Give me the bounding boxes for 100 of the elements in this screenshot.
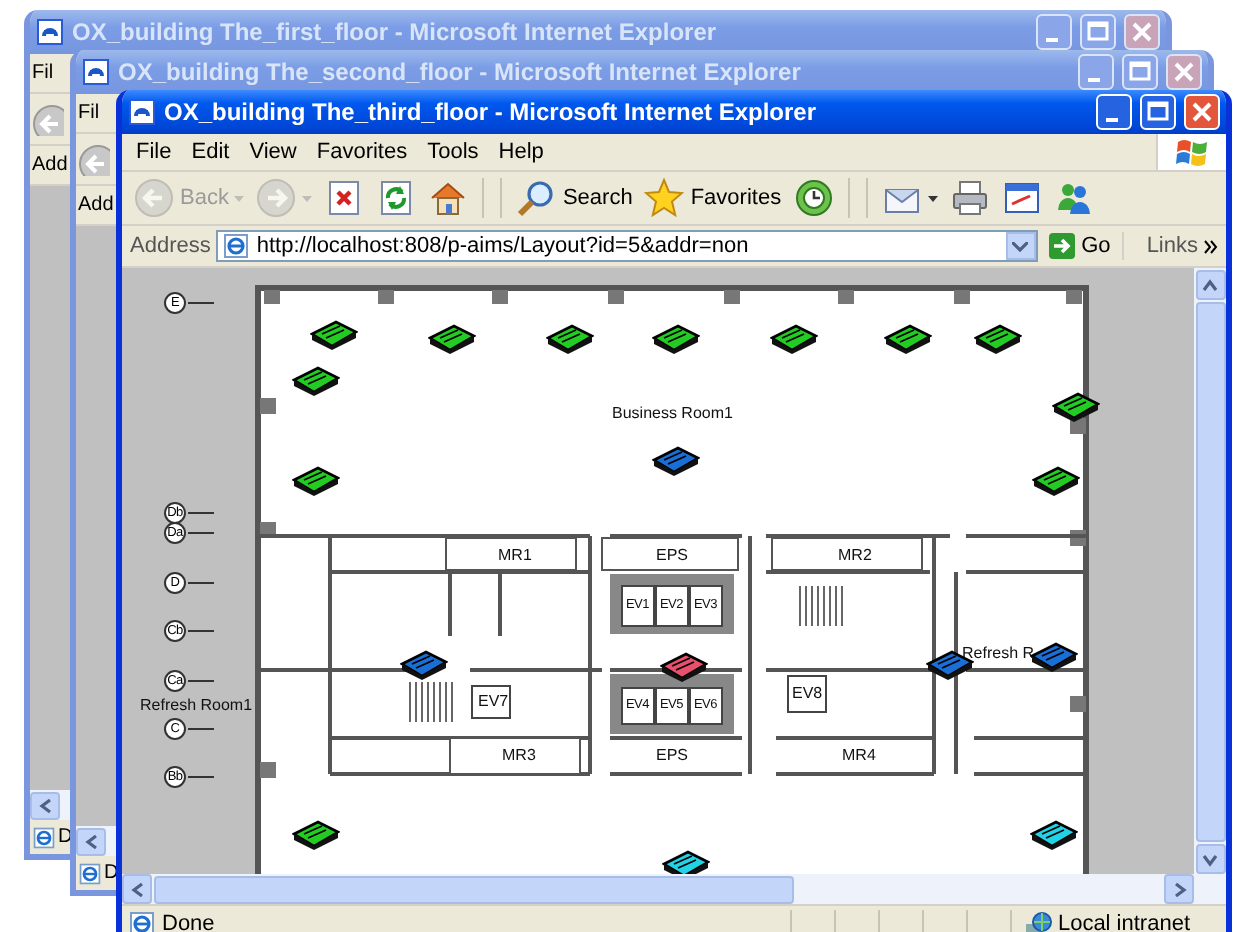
scrollbar-thumb[interactable] [154, 875, 794, 903]
clock-icon [793, 178, 834, 218]
air-conditioner-icon[interactable] [660, 652, 708, 684]
window-title: OX_building The_first_floor - Microsoft Internet Explorer [72, 18, 719, 46]
scrollbar-thumb[interactable] [1195, 302, 1225, 842]
leader-line [188, 582, 214, 584]
air-conditioner-icon[interactable] [770, 324, 818, 356]
air-conditioner-icon[interactable] [546, 324, 594, 356]
refresh-icon [376, 178, 417, 218]
room-label: MR3 [502, 746, 536, 766]
browser-page-icon [82, 58, 110, 86]
address-label: Add [78, 194, 114, 216]
page-icon [222, 232, 251, 260]
staircase-drawing [409, 681, 453, 723]
page-icon [78, 861, 102, 885]
windows-flag-icon [1174, 136, 1210, 168]
air-conditioner-icon[interactable] [292, 366, 340, 398]
browser-page-icon [128, 98, 156, 126]
menu-item[interactable]: File [126, 140, 182, 164]
arrow-up-icon[interactable] [1202, 277, 1218, 293]
scroll-left-button[interactable] [30, 791, 60, 819]
air-conditioner-icon[interactable] [1032, 466, 1080, 498]
room-outline [787, 675, 827, 713]
arrow-down-icon[interactable] [1202, 851, 1218, 867]
room-label: MR4 [842, 746, 876, 766]
page-icon [32, 825, 56, 849]
elevator-shaft-drawing [610, 674, 734, 734]
edit-page-icon [1001, 178, 1042, 218]
caret-icon [927, 195, 938, 201]
air-conditioner-icon[interactable] [652, 446, 700, 478]
stop-icon [324, 178, 365, 218]
address-url: http://localhost:808/p-aims/Layout?id=5&addr=non [256, 234, 749, 258]
scroll-down-button[interactable] [1195, 844, 1225, 874]
go-button[interactable]: Go [1043, 232, 1125, 260]
scroll-left-button[interactable] [122, 874, 152, 904]
air-conditioner-icon[interactable] [292, 466, 340, 498]
air-conditioner-icon[interactable] [884, 324, 932, 356]
menu-item[interactable]: Tools [417, 140, 489, 164]
status-text: Done [162, 911, 215, 932]
arrow-left-icon[interactable] [37, 797, 53, 813]
printer-icon [949, 178, 990, 218]
room-label: EPS [656, 746, 689, 766]
back-icon[interactable] [32, 103, 64, 135]
menu-item[interactable]: Edit [181, 140, 240, 164]
home-icon [428, 178, 469, 218]
air-conditioner-icon[interactable] [1030, 820, 1078, 852]
security-zone-text: Local intranet [1057, 911, 1190, 932]
room-outline [449, 737, 581, 775]
room-label: MR2 [838, 546, 872, 566]
air-conditioner-icon[interactable] [1052, 392, 1100, 424]
air-conditioner-icon[interactable] [400, 650, 448, 682]
arrow-right-icon [1047, 232, 1076, 260]
leader-line [188, 532, 214, 534]
star-icon [644, 178, 685, 218]
air-conditioner-icon[interactable] [1030, 642, 1078, 674]
leader-line [188, 512, 214, 514]
scroll-up-button[interactable] [1195, 270, 1225, 300]
scroll-right-button[interactable] [1164, 874, 1194, 904]
search-button[interactable]: Search [512, 176, 637, 220]
people-icon [1053, 178, 1094, 218]
window-title: OX_building The_third_floor - Microsoft Internet Explorer [164, 98, 819, 126]
network-globe-icon [1023, 909, 1052, 932]
room-label: Refresh Room1 [140, 696, 253, 716]
browser-page-icon [36, 18, 64, 46]
room-outline [601, 537, 739, 571]
air-conditioner-icon[interactable] [292, 820, 340, 852]
links-button[interactable]: Links [1146, 234, 1198, 258]
back-icon[interactable] [78, 143, 110, 175]
air-conditioner-icon[interactable] [428, 324, 476, 356]
elevator-shaft-drawing [610, 574, 734, 634]
address-field[interactable]: http://localhost:808/p-aims/Layout?id=5&addr=non [216, 230, 1038, 262]
air-conditioner-icon[interactable] [652, 324, 700, 356]
room-label: MR1 [498, 546, 532, 566]
leader-line [188, 630, 214, 632]
arrow-left-icon[interactable] [129, 881, 145, 897]
caret-icon [302, 195, 313, 201]
favorites-button[interactable]: Favorites [640, 176, 786, 220]
menu-item[interactable]: Help [488, 140, 554, 164]
room-label: EPS [656, 546, 689, 566]
caret-icon [1012, 241, 1029, 251]
caret-icon [234, 195, 245, 201]
scroll-left-button[interactable] [76, 827, 106, 855]
dropdown-button[interactable] [1005, 232, 1036, 260]
leader-line [188, 302, 214, 304]
staircase-drawing [799, 585, 843, 627]
room-outline [445, 537, 577, 571]
chevron-icon[interactable] [1204, 239, 1218, 253]
air-conditioner-icon[interactable] [310, 320, 358, 352]
air-conditioner-icon[interactable] [662, 850, 710, 874]
leader-line [188, 728, 214, 730]
arrow-left-icon[interactable] [83, 833, 99, 849]
menu-item[interactable]: Favorites [306, 140, 418, 164]
menu-item[interactable]: Fil [32, 62, 54, 84]
menu-item[interactable]: Fil [78, 102, 100, 124]
address-label: Address [130, 234, 211, 258]
menu-item[interactable]: View [239, 140, 307, 164]
air-conditioner-icon[interactable] [974, 324, 1022, 356]
address-label: Add [32, 154, 68, 176]
arrow-right-icon[interactable] [1171, 881, 1187, 897]
leader-line [188, 776, 214, 778]
